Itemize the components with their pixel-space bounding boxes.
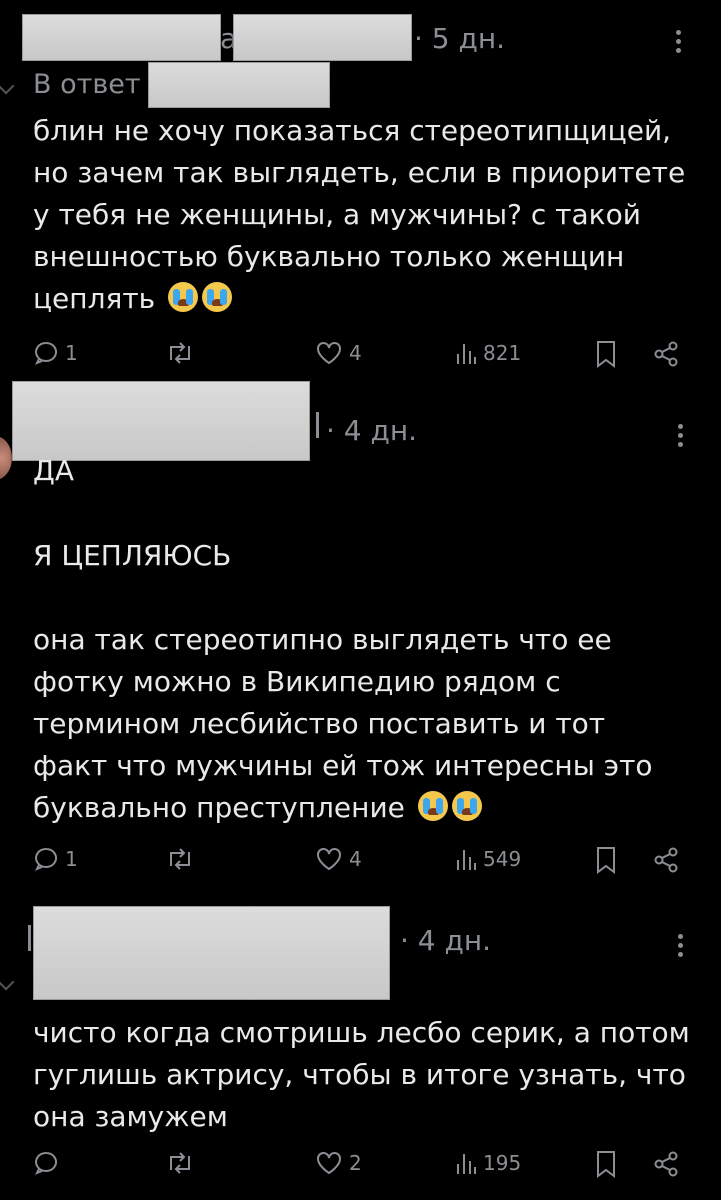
post-text-paragraph: Я ЦЕПЛЯЮСЬ bbox=[33, 539, 232, 572]
reply-button[interactable]: 1 bbox=[33, 340, 78, 366]
loudly-crying-face-emoji bbox=[202, 282, 233, 312]
reply-button[interactable] bbox=[33, 1150, 65, 1176]
reply-button[interactable]: 1 bbox=[33, 846, 78, 872]
like-count: 4 bbox=[349, 847, 362, 871]
bookmark-icon bbox=[597, 847, 615, 874]
repost-button[interactable] bbox=[165, 340, 195, 366]
post-text-line: она так стереотипно выглядеть что ее bbox=[33, 623, 612, 656]
heart-icon bbox=[317, 1152, 341, 1175]
censored-reply-target[interactable] bbox=[148, 62, 330, 108]
more-vertical-icon[interactable] bbox=[676, 26, 681, 57]
like-button[interactable]: 2 bbox=[315, 1150, 362, 1176]
share-button[interactable] bbox=[652, 1150, 680, 1178]
post-text-line-with-emoji: буквально преступление bbox=[33, 787, 703, 829]
share-icon bbox=[654, 1151, 678, 1177]
post-text-line: чисто когда смотришь лесбо серик, а пото… bbox=[33, 1016, 690, 1049]
views-button[interactable]: 821 bbox=[455, 340, 521, 366]
bookmark-button[interactable] bbox=[595, 1150, 617, 1178]
repost-button[interactable] bbox=[165, 1150, 195, 1176]
censored-fragment bbox=[316, 412, 319, 438]
views-button[interactable]: 549 bbox=[455, 846, 521, 872]
repost-icon bbox=[170, 1152, 190, 1174]
reply-thread-caret bbox=[0, 77, 15, 95]
post-text-line: фотку можно в Википедию рядом с bbox=[33, 665, 561, 698]
repost-icon bbox=[170, 342, 190, 364]
views-bar-icon bbox=[457, 1154, 476, 1174]
loudly-crying-face-emoji bbox=[168, 282, 199, 312]
post-time: · 4 дн. bbox=[400, 924, 492, 957]
post-text-line: гуглишь актрису, чтобы в итоге узнать, ч… bbox=[33, 1058, 686, 1091]
repost-icon bbox=[170, 848, 190, 870]
reply-count: 1 bbox=[65, 341, 78, 365]
like-button[interactable]: 4 bbox=[315, 340, 362, 366]
post-text-line: буквально преступление bbox=[33, 791, 405, 824]
post-actions: 1 4 821 bbox=[0, 340, 721, 380]
post-time: · 4 дн. bbox=[326, 414, 418, 447]
loudly-crying-face-emoji bbox=[451, 791, 482, 821]
censored-display-name bbox=[12, 381, 310, 461]
more-vertical-icon[interactable] bbox=[678, 420, 683, 451]
bookmark-button[interactable] bbox=[595, 846, 617, 874]
like-count: 4 bbox=[349, 341, 362, 365]
post-text-line: у тебя не женщины, а мужчины? с такой bbox=[33, 198, 641, 231]
censored-display-name bbox=[33, 906, 390, 1000]
censored-username bbox=[233, 14, 412, 61]
censored-fragment bbox=[28, 925, 31, 951]
post-text: она так стереотипно выглядеть что ее фот… bbox=[33, 619, 703, 829]
reply-bubble-icon bbox=[34, 848, 58, 871]
post-text-line: цеплять bbox=[33, 282, 156, 315]
post-text-line: факт что мужчины ей тож интересны это bbox=[33, 749, 653, 782]
view-count: 549 bbox=[483, 847, 522, 871]
post-text-line: блин не хочу показаться стереотипщицей, bbox=[33, 114, 672, 147]
post-actions: 2 195 bbox=[0, 1150, 721, 1190]
bookmark-button[interactable] bbox=[595, 340, 617, 368]
reply-bubble-icon bbox=[34, 1152, 58, 1175]
censored-display-name bbox=[22, 14, 221, 61]
post-text: чисто когда смотришь лесбо серик, а пото… bbox=[33, 1012, 703, 1138]
post-time: · 5 дн. bbox=[414, 22, 506, 55]
share-button[interactable] bbox=[652, 846, 680, 874]
loudly-crying-face-emoji bbox=[417, 791, 448, 821]
like-count: 2 bbox=[349, 1151, 362, 1175]
heart-icon bbox=[317, 848, 341, 871]
post-text: ДА bbox=[33, 450, 703, 492]
post-text: блин не хочу показаться стереотипщицей, … bbox=[33, 110, 703, 320]
post-text-line: внешностью буквально только женщин bbox=[33, 240, 625, 273]
more-vertical-icon[interactable] bbox=[678, 930, 683, 961]
post-text-line: она замужем bbox=[33, 1100, 228, 1133]
reply-bubble-icon bbox=[34, 342, 58, 365]
heart-icon bbox=[317, 342, 341, 365]
view-count: 195 bbox=[483, 1151, 522, 1175]
reply-count: 1 bbox=[65, 847, 78, 871]
views-bar-icon bbox=[457, 344, 476, 364]
like-button[interactable]: 4 bbox=[315, 846, 362, 872]
views-button[interactable]: 195 bbox=[455, 1150, 521, 1176]
post-text-line-with-emoji: цеплять bbox=[33, 278, 703, 320]
share-icon bbox=[654, 847, 678, 873]
bookmark-icon bbox=[597, 1151, 615, 1178]
avatar[interactable] bbox=[0, 436, 12, 480]
post-actions: 1 4 549 bbox=[0, 846, 721, 886]
post-text-line: термином лесбийство поставить и тот bbox=[33, 707, 606, 740]
post-text: Я ЦЕПЛЯЮСЬ bbox=[33, 535, 703, 577]
post-text-line: но зачем так выглядеть, если в приоритет… bbox=[33, 156, 686, 189]
bookmark-icon bbox=[597, 341, 615, 368]
repost-button[interactable] bbox=[165, 846, 195, 872]
view-count: 821 bbox=[483, 341, 522, 365]
share-button[interactable] bbox=[652, 340, 680, 368]
share-icon bbox=[654, 341, 678, 367]
views-bar-icon bbox=[457, 850, 476, 870]
reply-thread-caret bbox=[0, 973, 15, 991]
reply-label: В ответ bbox=[33, 69, 141, 100]
post-text-paragraph: ДА bbox=[33, 454, 75, 487]
